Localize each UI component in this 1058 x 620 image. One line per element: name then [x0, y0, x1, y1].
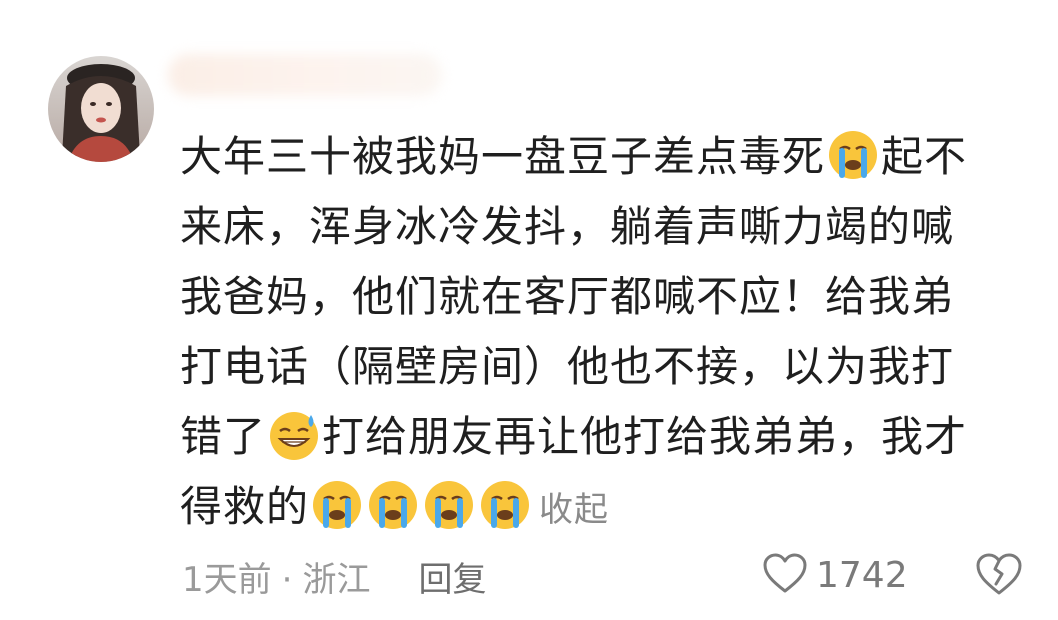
comment-line: 我爸妈，他们就在客厅都喊不应！给我弟 [180, 272, 955, 321]
like-button[interactable]: 1742 [762, 552, 908, 598]
comment-line: 打电话（隔壁房间）他也不接，以为我打 [180, 342, 955, 391]
comment-text: 大年三十被我妈一盘豆子差点毒死 起不 来床，浑身冰冷发抖，躺着声嘶力竭的喊 我爸妈… [180, 122, 1020, 542]
comment-line: 来床，浑身冰冷发抖，躺着声嘶力竭的喊 [180, 202, 955, 251]
loudly-crying-face-icon [479, 479, 531, 531]
grinning-sweat-face-icon [268, 409, 320, 461]
loudly-crying-face-icon [367, 479, 419, 531]
heart-outline-icon [762, 552, 808, 598]
comment-meta: 1天前 · 浙江 回复 [182, 552, 486, 601]
dislike-button[interactable] [974, 552, 1024, 600]
collapse-link[interactable]: 收起 [539, 490, 609, 530]
avatar-image [48, 56, 154, 162]
comment-line: 错了 打给朋友再让他打给我弟弟，我才 [180, 402, 1020, 472]
reply-button[interactable]: 回复 [418, 560, 486, 600]
loudly-crying-face-icon [311, 479, 363, 531]
broken-heart-icon [974, 553, 1024, 600]
loudly-crying-face-icon [827, 129, 879, 181]
avatar[interactable] [48, 56, 154, 162]
comment-line: 大年三十被我妈一盘豆子差点毒死 起不 [180, 122, 1020, 192]
comment-time: 1天前 [182, 560, 272, 600]
comment-line: 得救的 收起 [180, 472, 1020, 542]
username[interactable] [168, 54, 442, 96]
comment-location: 浙江 [302, 560, 371, 600]
like-count: 1742 [816, 554, 908, 596]
meta-separator: · [281, 560, 293, 600]
loudly-crying-face-icon [423, 479, 475, 531]
